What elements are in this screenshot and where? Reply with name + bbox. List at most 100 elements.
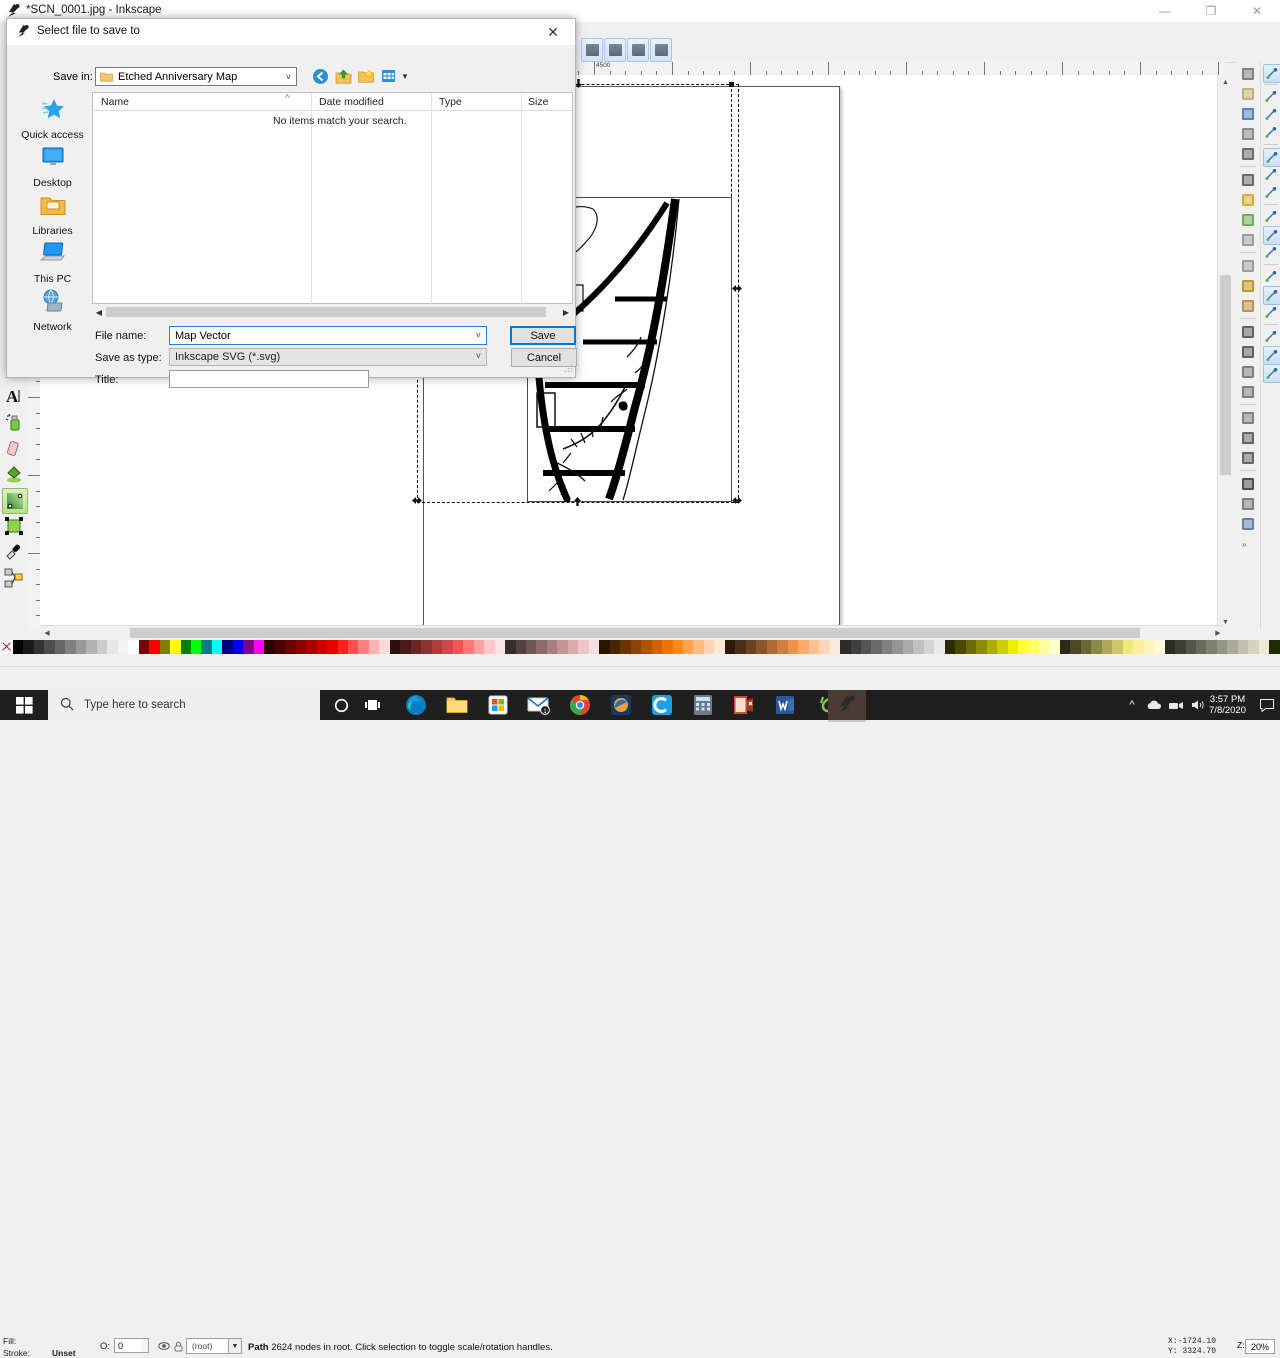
paint-bucket-tool-icon[interactable]	[2, 462, 26, 486]
chevron-down-icon[interactable]: ˅	[476, 330, 481, 340]
palette-swatch[interactable]	[976, 640, 987, 654]
palette-swatch[interactable]	[463, 640, 474, 654]
object-properties-icon[interactable]	[1238, 448, 1258, 468]
snap-object-rotation-icon[interactable]	[1263, 286, 1280, 305]
selection-handle-top[interactable]	[573, 497, 581, 506]
palette-swatch[interactable]	[1237, 640, 1249, 654]
palette-swatch[interactable]	[327, 640, 338, 654]
palette-swatch[interactable]	[1164, 640, 1176, 654]
column-divider[interactable]	[521, 93, 522, 304]
show-hidden-icons[interactable]: ^	[1121, 690, 1143, 720]
group-icon[interactable]	[1238, 362, 1258, 382]
palette-swatch[interactable]	[599, 640, 610, 654]
palette-swatch[interactable]	[1143, 640, 1155, 654]
taskbar-app-inkscape-icon[interactable]	[828, 690, 866, 722]
palette-swatch[interactable]	[159, 640, 171, 654]
taskbar-app-photo-editor-icon[interactable]	[601, 690, 641, 720]
object-group-icon[interactable]	[627, 38, 649, 62]
text-tool-icon[interactable]	[1238, 474, 1258, 494]
column-header-date-modified[interactable]: Date modified	[319, 96, 384, 108]
cut-icon[interactable]	[1238, 276, 1258, 296]
file-list[interactable]: Name Date modified Type Size ˄ No items …	[92, 92, 573, 304]
snap-grid-icon[interactable]	[1263, 346, 1280, 365]
palette-swatch[interactable]	[1038, 640, 1050, 654]
palette-swatch[interactable]	[484, 640, 495, 654]
import-icon[interactable]	[1238, 144, 1258, 164]
palette-swatch[interactable]	[368, 640, 380, 654]
palette-swatch[interactable]	[515, 640, 526, 654]
object-to-path-icon[interactable]	[581, 38, 603, 62]
palette-swatch[interactable]	[1206, 640, 1217, 654]
palette-swatch[interactable]	[96, 640, 108, 654]
palette-swatch[interactable]	[829, 640, 841, 654]
taskbar-app-microsoft-store-icon[interactable]	[478, 690, 518, 720]
palette-swatch[interactable]	[348, 640, 359, 654]
palette-swatch[interactable]	[379, 640, 390, 654]
palette-swatch[interactable]	[1175, 640, 1186, 654]
snap-guide-icon[interactable]	[1263, 364, 1280, 383]
resize-grip-icon[interactable]	[563, 363, 573, 376]
palette-swatch[interactable]	[662, 640, 673, 654]
palette-swatch[interactable]	[672, 640, 683, 654]
views-dropdown-icon[interactable]: ▼	[401, 72, 409, 81]
vertical-scroll-thumb[interactable]	[1220, 275, 1231, 475]
maximize-button[interactable]: ❐	[1188, 0, 1234, 22]
palette-swatch[interactable]	[881, 640, 893, 654]
open-document-icon[interactable]	[1238, 84, 1258, 104]
export-icon[interactable]	[1238, 170, 1258, 190]
scroll-right-arrow[interactable]: ▶	[559, 305, 573, 319]
volume-icon[interactable]	[1187, 690, 1209, 720]
palette-swatch[interactable]	[819, 640, 830, 654]
taskbar-app-file-explorer-icon[interactable]	[437, 690, 477, 720]
palette-swatch[interactable]	[128, 640, 139, 654]
place-network[interactable]: Network	[14, 289, 91, 335]
palette-swatch[interactable]	[264, 640, 275, 654]
palette-swatch[interactable]	[1059, 640, 1071, 654]
palette-swatch[interactable]	[955, 640, 966, 654]
eraser-tool-icon[interactable]	[2, 436, 26, 460]
task-view-icon[interactable]	[352, 690, 394, 720]
palette-swatch[interactable]	[536, 640, 547, 654]
onedrive-icon[interactable]	[1143, 690, 1165, 720]
scroll-right-arrow[interactable]: ▶	[1211, 626, 1225, 640]
palette-swatch[interactable]	[1018, 640, 1029, 654]
snap-cusp-node-icon[interactable]	[1263, 208, 1280, 225]
duplicate-icon[interactable]	[1238, 230, 1258, 250]
save-in-combobox[interactable]: Etched Anniversary Map ˅	[95, 67, 297, 86]
selector-tool-icon[interactable]	[2, 514, 26, 538]
palette-swatch[interactable]	[1028, 640, 1039, 654]
palette-swatch[interactable]	[944, 640, 956, 654]
palette-swatch[interactable]	[756, 640, 767, 654]
palette-swatch[interactable]	[117, 640, 129, 654]
search-input[interactable]: Type here to search	[48, 690, 320, 720]
snap-enable-icon[interactable]	[1263, 64, 1280, 83]
palette-swatch[interactable]	[986, 640, 998, 654]
palette-swatch[interactable]	[798, 640, 809, 654]
no-color-swatch[interactable]	[0, 640, 13, 654]
xml-tree-icon[interactable]	[650, 38, 672, 62]
palette-swatch[interactable]	[567, 640, 579, 654]
palette-swatch[interactable]	[222, 640, 233, 654]
taskbar-app-word-icon[interactable]	[765, 690, 805, 720]
palette-swatch[interactable]	[358, 640, 369, 654]
snap-midpoint-icon[interactable]	[1263, 244, 1280, 261]
palette-swatch[interactable]	[190, 640, 202, 654]
palette-swatch[interactable]	[934, 640, 945, 654]
palette-swatch[interactable]	[170, 640, 181, 654]
save-as-type-combobox[interactable]: Inkscape SVG (*.svg) ˅	[169, 348, 487, 366]
taskbar-clock[interactable]: 3:57 PM 7/8/2020	[1209, 694, 1246, 716]
palette-swatch[interactable]	[316, 640, 328, 654]
network-icon[interactable]	[1165, 690, 1187, 720]
palette-swatch[interactable]	[735, 640, 746, 654]
redo-icon[interactable]	[1238, 210, 1258, 230]
palette-swatch[interactable]	[766, 640, 778, 654]
palette-swatch[interactable]	[75, 640, 87, 654]
palette-swatch[interactable]	[54, 640, 66, 654]
place-this-pc[interactable]: This PC	[14, 241, 91, 287]
palette-swatch[interactable]	[525, 640, 537, 654]
palette-swatch[interactable]	[840, 640, 851, 654]
color-palette[interactable]	[0, 640, 1280, 654]
gradient-tool-icon[interactable]	[2, 488, 28, 514]
connector-tool-icon[interactable]	[2, 566, 26, 590]
column-header-name[interactable]: Name	[101, 96, 129, 108]
